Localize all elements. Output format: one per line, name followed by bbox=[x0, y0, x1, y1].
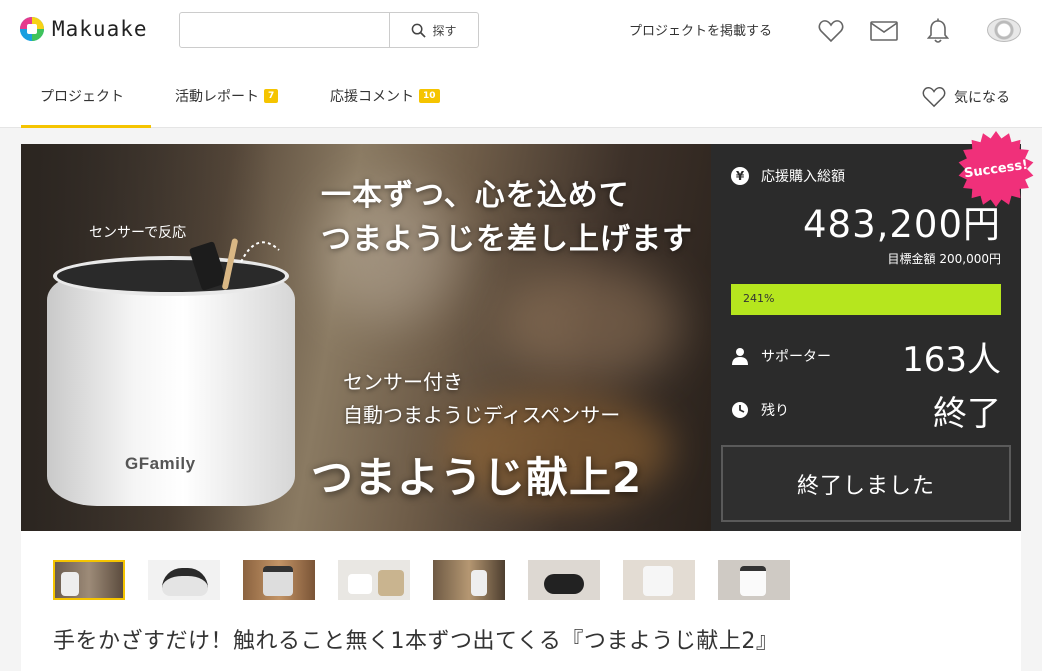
person-icon bbox=[731, 347, 749, 365]
thumbnail[interactable] bbox=[623, 560, 695, 600]
clock-icon bbox=[731, 401, 749, 419]
tab-label: プロジェクト bbox=[40, 89, 124, 105]
total-label-text: 応援購入総額 bbox=[761, 169, 845, 185]
remaining-label: 残り bbox=[731, 400, 789, 420]
sensor-label: センサーで反応 bbox=[89, 225, 187, 241]
brand-logo: GFamily bbox=[125, 454, 196, 473]
main-visual[interactable]: GFamily センサーで反応 一本ずつ、心を込めて つまようじを差し上げます … bbox=[21, 144, 711, 531]
progress-bar: 241% bbox=[731, 284, 1001, 315]
project-ended-button[interactable]: 終了しました bbox=[721, 445, 1011, 522]
search-icon bbox=[412, 23, 427, 38]
search-input[interactable] bbox=[180, 13, 389, 47]
hero-headline-line2: つまようじを差し上げます bbox=[321, 222, 693, 257]
post-project-link[interactable]: プロジェクトを掲載する bbox=[629, 20, 772, 39]
makuake-logo[interactable]: Makuake bbox=[20, 17, 148, 41]
success-badge: Success! bbox=[963, 157, 1029, 181]
count-badge: 10 bbox=[419, 89, 440, 103]
progress-text: 241% bbox=[743, 292, 775, 305]
project-info: 手をかざすだけ！触れること無く1本ずつ出てくる『つまようじ献上2』 bbox=[21, 531, 1021, 671]
active-tab-indicator bbox=[21, 125, 151, 128]
thumbnail[interactable] bbox=[718, 560, 790, 600]
thumbnail[interactable] bbox=[528, 560, 600, 600]
goal-amount: 目標金額 200,000円 bbox=[887, 252, 1001, 266]
search-button[interactable]: 探す bbox=[389, 13, 478, 47]
thumbnail[interactable] bbox=[243, 560, 315, 600]
tab-label: 活動レポート bbox=[175, 89, 259, 105]
dotted-arrow-icon bbox=[240, 241, 280, 263]
supporters-count: 163人 bbox=[902, 340, 1001, 380]
favorite-label: 気になる bbox=[954, 90, 1010, 106]
tab-activity-report[interactable]: 活動レポート 7 bbox=[175, 86, 279, 106]
count-badge: 7 bbox=[264, 89, 279, 103]
thumbnail[interactable] bbox=[148, 560, 220, 600]
yen-icon: ¥ bbox=[731, 167, 749, 185]
hero-headline-line1: 一本ずつ、心を込めて bbox=[321, 178, 630, 213]
project-title: 手をかざすだけ！触れること無く1本ずつ出てくる『つまようじ献上2』 bbox=[53, 629, 779, 654]
heart-icon[interactable] bbox=[817, 17, 845, 45]
project-tabs: プロジェクト 活動レポート 7 応援コメント 10 気になる bbox=[0, 62, 1042, 128]
bell-icon[interactable] bbox=[924, 17, 952, 45]
thumbnail[interactable] bbox=[338, 560, 410, 600]
hero-subtitle-line2: 自動つまようじディスペンサー bbox=[343, 403, 621, 427]
hero-subtitle-line1: センサー付き bbox=[343, 370, 463, 394]
thumbnail[interactable] bbox=[433, 560, 505, 600]
search-box: 探す bbox=[179, 12, 479, 48]
top-header: Makuake 探す プロジェクトを掲載する bbox=[0, 0, 1042, 62]
toothpick-dispenser-image: GFamily bbox=[47, 237, 295, 506]
makuake-logo-icon bbox=[20, 17, 44, 41]
user-avatar[interactable] bbox=[987, 18, 1021, 42]
heart-icon bbox=[922, 87, 946, 108]
thumbnail[interactable] bbox=[53, 560, 125, 600]
remaining-value: 終了 bbox=[933, 394, 1001, 434]
logo-text: Makuake bbox=[52, 17, 148, 41]
remaining-label-text: 残り bbox=[761, 403, 789, 419]
mail-icon[interactable] bbox=[870, 17, 898, 45]
supporters-label-text: サポーター bbox=[761, 349, 831, 365]
supporters-label: サポーター bbox=[731, 346, 831, 366]
tab-support-comments[interactable]: 応援コメント 10 bbox=[330, 86, 440, 106]
hero-product-name: つまようじ献上2 bbox=[311, 453, 643, 502]
favorite-button[interactable]: 気になる bbox=[922, 86, 1010, 108]
search-button-label: 探す bbox=[432, 23, 457, 38]
total-label: ¥ 応援購入総額 bbox=[731, 166, 845, 186]
tab-label: 応援コメント bbox=[330, 89, 414, 105]
tab-project[interactable]: プロジェクト bbox=[40, 86, 124, 106]
